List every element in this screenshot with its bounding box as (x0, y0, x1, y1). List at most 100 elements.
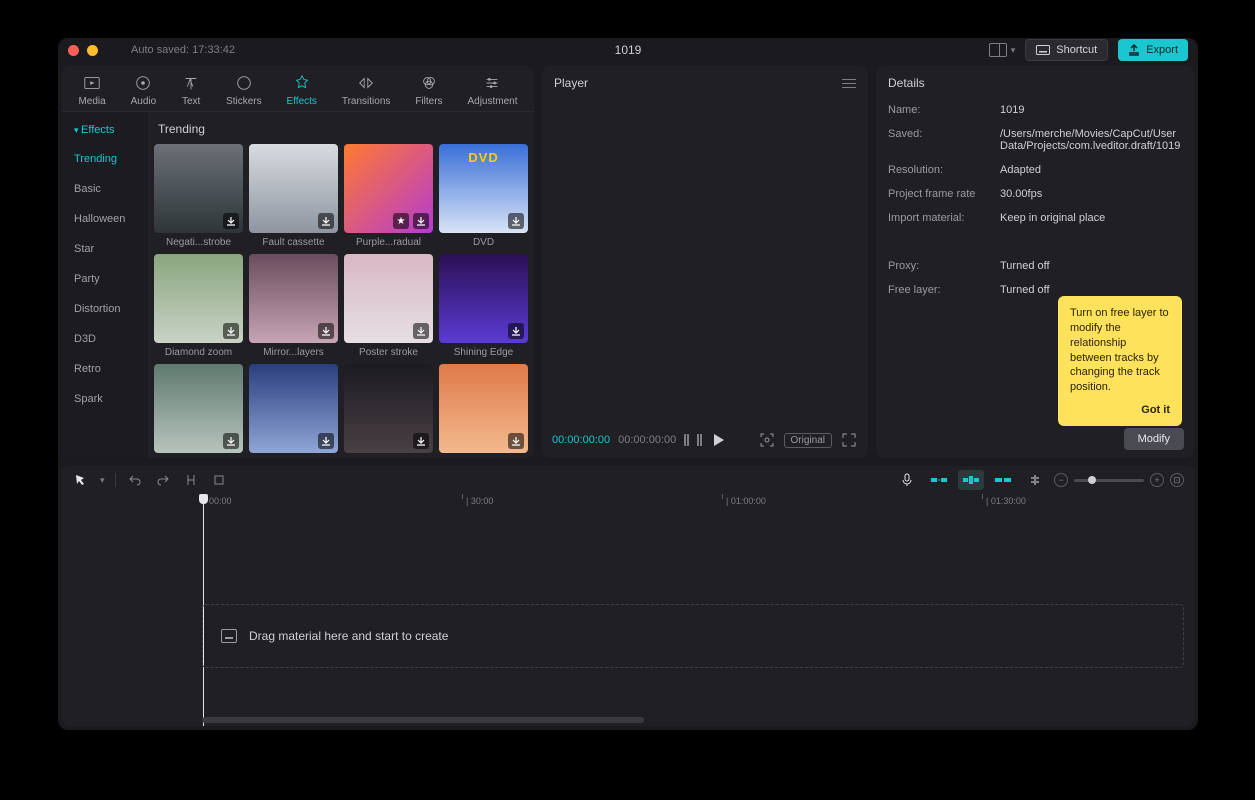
original-ratio-button[interactable]: Original (784, 433, 832, 448)
play-button[interactable] (710, 431, 728, 449)
player-controls: 00:00:00:00 00:00:00:00 Original (542, 422, 868, 458)
detail-name-label: Name: (888, 104, 1000, 116)
download-icon[interactable] (508, 213, 524, 229)
tooltip-got-it-button[interactable]: Got it (1070, 403, 1170, 418)
close-window-icon[interactable] (68, 45, 79, 56)
track-mode-3-icon[interactable] (990, 470, 1016, 490)
tab-effects[interactable]: Effects (285, 72, 319, 109)
zoom-in-icon[interactable]: + (1150, 473, 1164, 487)
download-icon[interactable] (318, 323, 334, 339)
detail-proxy-value: Turned off (1000, 260, 1182, 272)
player-menu-icon[interactable] (842, 79, 856, 88)
timeline-scrollbar[interactable] (202, 717, 1184, 723)
effect-item[interactable]: DVD (439, 144, 528, 248)
effect-item[interactable] (154, 364, 243, 453)
timeline-main[interactable]: 00:00 | 30:00 | 01:00:00 | 01:30:00 Drag… (202, 494, 1194, 726)
zoom-fit-icon[interactable]: ⊡ (1170, 473, 1184, 487)
focus-icon[interactable] (758, 431, 776, 449)
download-icon[interactable] (223, 323, 239, 339)
cursor-tool-icon[interactable] (72, 471, 90, 489)
effect-thumb (439, 144, 528, 233)
favorite-icon[interactable]: ★ (393, 213, 409, 229)
category-section-effects[interactable]: Effects (62, 116, 148, 144)
tool-chevron-icon[interactable]: ▾ (100, 475, 105, 486)
download-icon[interactable] (318, 433, 334, 449)
tab-adjustment[interactable]: Adjustment (465, 72, 519, 109)
effect-item[interactable]: Poster stroke (344, 254, 433, 358)
effect-item[interactable]: ★Purple...radual (344, 144, 433, 248)
chevron-down-icon: ▾ (1011, 45, 1016, 56)
media-tabs: Media Audio Text Stickers Effects (62, 66, 534, 112)
category-party[interactable]: Party (62, 264, 148, 294)
track-mode-2-icon[interactable] (958, 470, 984, 490)
timeline-drop-zone[interactable]: Drag material here and start to create (202, 604, 1184, 668)
timeline: 00:00 | 30:00 | 01:00:00 | 01:30:00 Drag… (62, 494, 1194, 726)
timecode-current: 00:00:00:00 (552, 434, 610, 446)
fullscreen-icon[interactable] (840, 431, 858, 449)
effect-item[interactable] (249, 364, 338, 453)
minimize-window-icon[interactable] (87, 45, 98, 56)
tab-filters[interactable]: Filters (413, 72, 444, 109)
magnet-icon[interactable] (1026, 471, 1044, 489)
effect-item[interactable]: Shining Edge (439, 254, 528, 358)
mic-icon[interactable] (898, 471, 916, 489)
undo-icon[interactable] (126, 471, 144, 489)
category-retro[interactable]: Retro (62, 354, 148, 384)
crop-icon[interactable] (210, 471, 228, 489)
category-basic[interactable]: Basic (62, 174, 148, 204)
tab-stickers[interactable]: Stickers (224, 72, 264, 109)
detail-resolution-value: Adapted (1000, 164, 1182, 176)
timeline-gutter (62, 494, 202, 726)
adjustment-icon (482, 74, 502, 92)
effect-label: Fault cassette (249, 237, 338, 248)
timecode-total: 00:00:00:00 (618, 434, 676, 446)
category-spark[interactable]: Spark (62, 384, 148, 414)
download-icon[interactable] (508, 323, 524, 339)
tab-media[interactable]: Media (76, 72, 107, 109)
maximize-window-icon[interactable] (106, 45, 117, 56)
tab-audio[interactable]: Audio (129, 72, 159, 109)
shortcut-button[interactable]: Shortcut (1025, 39, 1108, 61)
modify-button[interactable]: Modify (1124, 428, 1184, 450)
download-icon[interactable] (413, 433, 429, 449)
download-icon[interactable] (413, 213, 429, 229)
category-halloween[interactable]: Halloween (62, 204, 148, 234)
grid-title: Trending (158, 122, 528, 136)
download-icon[interactable] (318, 213, 334, 229)
download-icon[interactable] (413, 323, 429, 339)
export-label: Export (1146, 44, 1178, 56)
effect-thumb: ★ (344, 144, 433, 233)
category-star[interactable]: Star (62, 234, 148, 264)
redo-icon[interactable] (154, 471, 172, 489)
category-trending[interactable]: Trending (62, 144, 148, 174)
effect-item[interactable]: Diamond zoom (154, 254, 243, 358)
step-fwd-icon[interactable] (697, 434, 702, 446)
drop-zone-text: Drag material here and start to create (249, 629, 448, 643)
effect-item[interactable]: Mirror...layers (249, 254, 338, 358)
player-stage[interactable] (542, 100, 868, 422)
zoom-out-icon[interactable]: − (1054, 473, 1068, 487)
layout-button[interactable]: ▾ (989, 43, 1016, 57)
track-mode-1-icon[interactable] (926, 470, 952, 490)
effect-item[interactable]: Fault cassette (249, 144, 338, 248)
category-d3d[interactable]: D3D (62, 324, 148, 354)
step-back-icon[interactable] (684, 434, 689, 446)
effect-thumb (439, 364, 528, 453)
tab-transitions[interactable]: Transitions (340, 72, 393, 109)
document-title: 1019 (615, 43, 642, 57)
detail-saved-value: /Users/merche/Movies/CapCut/User Data/Pr… (1000, 128, 1182, 152)
category-distortion[interactable]: Distortion (62, 294, 148, 324)
tab-text[interactable]: Text (179, 72, 203, 109)
download-icon[interactable] (223, 433, 239, 449)
download-icon[interactable] (223, 213, 239, 229)
zoom-slider[interactable] (1074, 479, 1144, 482)
effect-item[interactable] (344, 364, 433, 453)
split-icon[interactable] (182, 471, 200, 489)
export-button[interactable]: Export (1118, 39, 1188, 61)
effect-item[interactable]: Negati...strobe (154, 144, 243, 248)
timeline-ruler[interactable]: 00:00 | 30:00 | 01:00:00 | 01:30:00 (202, 494, 1194, 512)
effects-icon (292, 74, 312, 92)
effect-item[interactable] (439, 364, 528, 453)
effect-thumb (249, 364, 338, 453)
download-icon[interactable] (508, 433, 524, 449)
